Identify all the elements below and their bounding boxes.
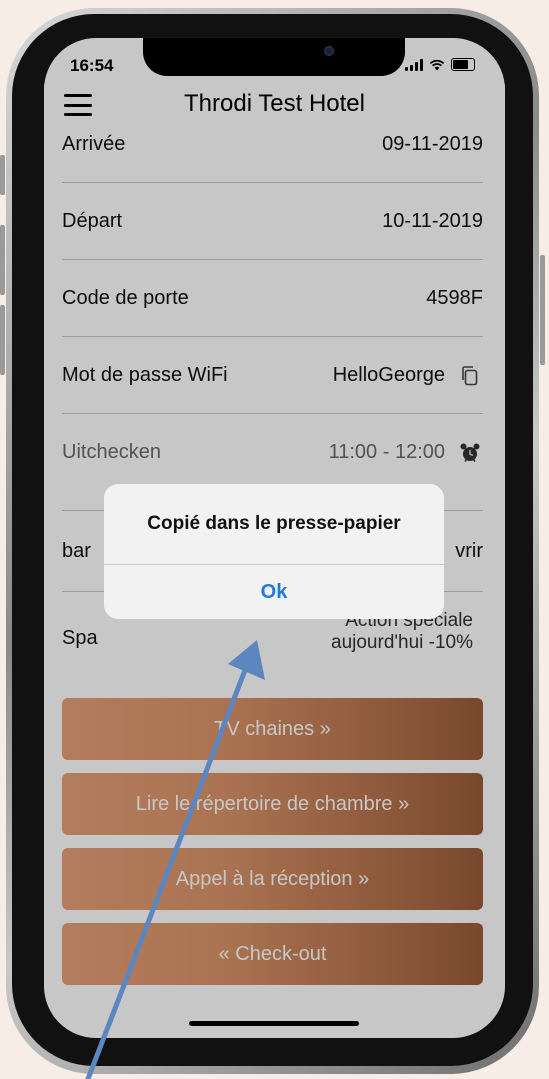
notch bbox=[143, 38, 405, 76]
camera-icon bbox=[324, 46, 334, 56]
side-button-volume-down bbox=[0, 305, 5, 375]
side-button-volume-up bbox=[0, 225, 5, 295]
copied-alert: Copié dans le presse-papier Ok bbox=[104, 484, 444, 619]
side-button-power bbox=[540, 255, 545, 365]
side-button-mute bbox=[0, 155, 5, 195]
alert-ok-button[interactable]: Ok bbox=[104, 565, 444, 619]
phone-screen: 16:54 Throdi Test Hotel Arrivée 09-11-20… bbox=[44, 38, 505, 1038]
alert-message: Copié dans le presse-papier bbox=[104, 484, 444, 565]
home-indicator[interactable] bbox=[189, 1021, 359, 1026]
